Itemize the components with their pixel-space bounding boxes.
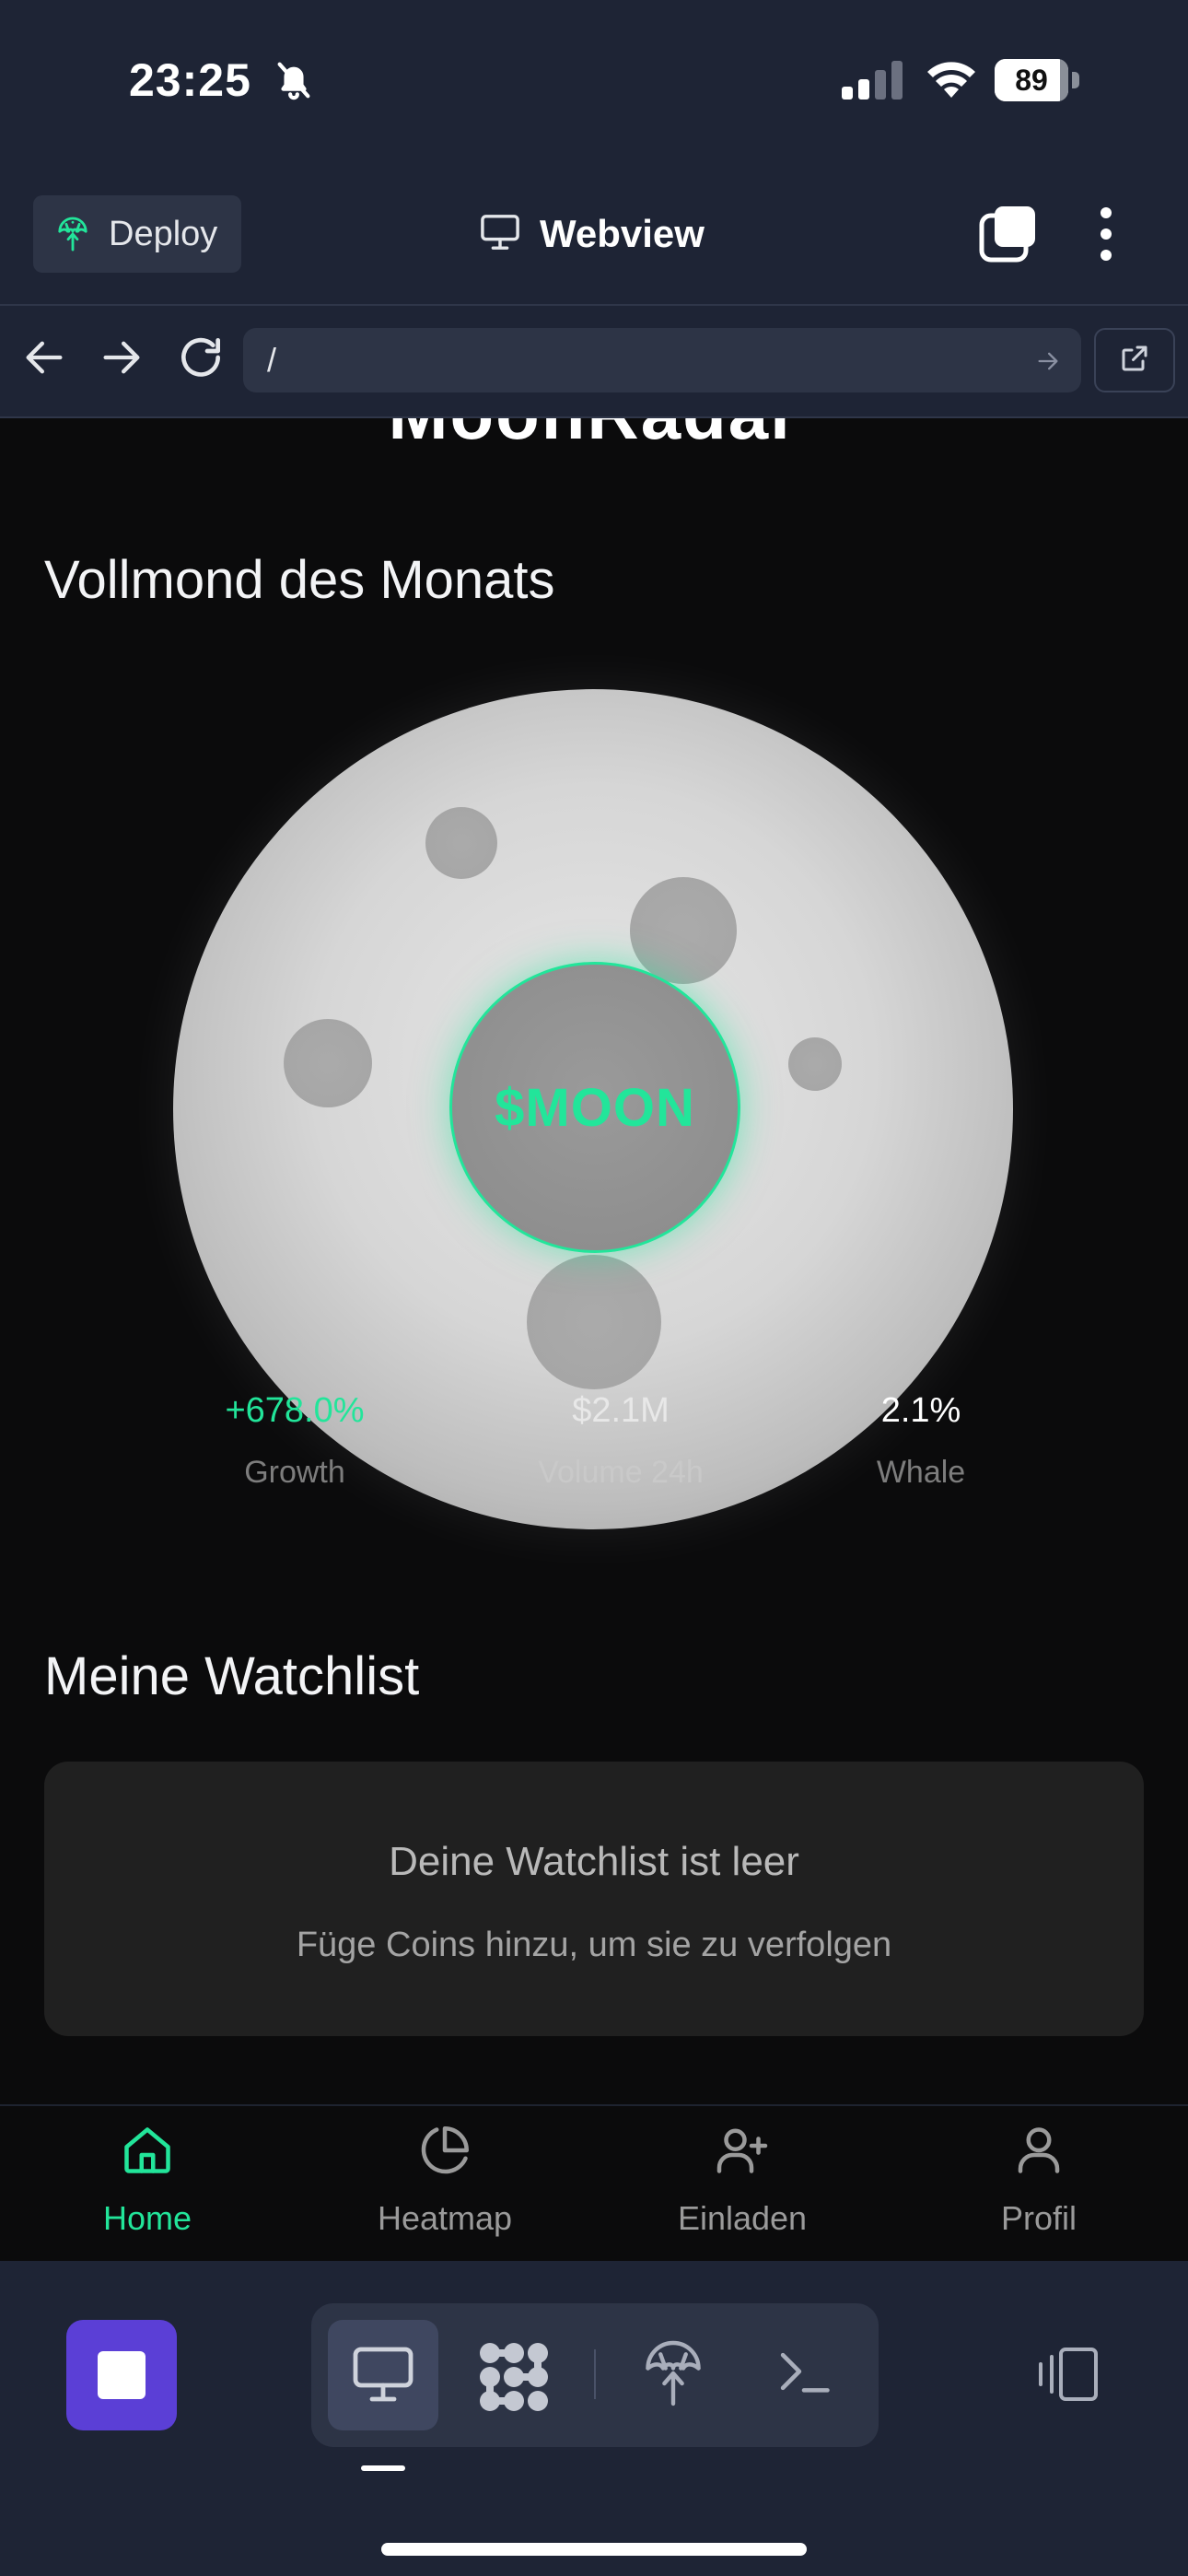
external-link-icon bbox=[1118, 342, 1151, 380]
moon-crater bbox=[630, 877, 737, 984]
cellular-signal-icon bbox=[840, 61, 904, 104]
monitor-icon bbox=[479, 213, 521, 256]
status-time: 23:25 bbox=[129, 54, 251, 106]
watchlist-empty-title: Deine Watchlist ist leer bbox=[389, 1839, 799, 1884]
arrow-left-icon[interactable] bbox=[20, 334, 68, 386]
stat-value: $2.1M bbox=[572, 1391, 670, 1430]
go-arrow-icon[interactable] bbox=[1035, 348, 1061, 379]
active-view-indicator bbox=[361, 2465, 405, 2471]
deploy-button[interactable]: Deploy bbox=[33, 195, 241, 273]
nav-label: Heatmap bbox=[377, 2199, 513, 2237]
nav-item-heatmap[interactable]: Heatmap bbox=[307, 2123, 583, 2252]
moon-crater bbox=[788, 1037, 842, 1091]
featured-section-title: Vollmond des Monats bbox=[44, 550, 555, 610]
brand-title: MoonRadar bbox=[0, 418, 1188, 456]
token-symbol: $MOON bbox=[495, 1077, 695, 1138]
nav-label: Einladen bbox=[677, 2199, 808, 2237]
nav-item-invite[interactable]: Einladen bbox=[604, 2123, 880, 2252]
view-webview-button[interactable] bbox=[328, 2320, 438, 2430]
nav-item-home[interactable]: Home bbox=[9, 2123, 285, 2252]
moon-crater bbox=[425, 807, 497, 879]
watchlist-empty-hint: Füge Coins hinzu, um sie zu verfolgen bbox=[296, 1926, 892, 1964]
stat-whale: 2.1% Whale bbox=[783, 1391, 1059, 1491]
battery-percent: 89 bbox=[1015, 64, 1048, 97]
stop-icon bbox=[98, 2351, 146, 2399]
apps-icon[interactable] bbox=[477, 2340, 551, 2418]
user-icon bbox=[1011, 2123, 1066, 2183]
url-input[interactable]: / bbox=[243, 328, 1081, 392]
deploy-icon[interactable] bbox=[643, 2336, 704, 2415]
nav-label: Profil bbox=[1000, 2199, 1077, 2237]
stat-label: Growth bbox=[244, 1455, 345, 1490]
pie-chart-icon bbox=[417, 2123, 472, 2183]
bell-slash-icon bbox=[273, 59, 315, 106]
wifi-icon bbox=[924, 57, 979, 104]
webview-title: Webview bbox=[479, 205, 705, 263]
more-vertical-icon[interactable] bbox=[1094, 205, 1118, 268]
featured-token-button[interactable]: $MOON bbox=[449, 962, 740, 1253]
stop-button[interactable] bbox=[66, 2320, 177, 2430]
stat-volume: $2.1M Volume 24h bbox=[483, 1391, 759, 1491]
nav-label: Home bbox=[102, 2199, 192, 2237]
open-external-button[interactable] bbox=[1094, 328, 1175, 392]
switcher-divider bbox=[594, 2349, 596, 2399]
terminal-icon[interactable] bbox=[775, 2346, 833, 2402]
moon-crater bbox=[284, 1019, 372, 1107]
nav-item-profile[interactable]: Profil bbox=[901, 2123, 1177, 2252]
monitor-icon bbox=[350, 2344, 416, 2409]
arrow-right-icon[interactable] bbox=[98, 334, 146, 386]
home-icon bbox=[120, 2123, 175, 2183]
stat-label: Whale bbox=[876, 1455, 966, 1490]
web-content: MoonRadar Vollmond des Monats $MOON +678… bbox=[0, 418, 1188, 2104]
battery-icon: 89 bbox=[995, 59, 1081, 101]
moon-crater bbox=[527, 1255, 661, 1389]
tabs-icon[interactable] bbox=[978, 203, 1039, 268]
stat-label: Volume 24h bbox=[538, 1455, 704, 1490]
stat-growth: +678.0% Growth bbox=[157, 1391, 433, 1491]
watchlist-empty-card: Deine Watchlist ist leer Füge Coins hinz… bbox=[44, 1762, 1144, 2036]
deploy-label: Deploy bbox=[109, 214, 218, 253]
deploy-icon bbox=[57, 216, 88, 252]
user-plus-icon bbox=[715, 2123, 770, 2183]
bottom-navigation: Home Heatmap Einladen Profil bbox=[0, 2104, 1188, 2263]
stat-value: +678.0% bbox=[225, 1391, 365, 1430]
url-text: / bbox=[267, 341, 277, 379]
reload-icon[interactable] bbox=[175, 332, 227, 388]
device-rotate-icon[interactable] bbox=[1033, 2346, 1100, 2407]
stat-value: 2.1% bbox=[880, 1391, 961, 1430]
webview-title-label: Webview bbox=[540, 212, 705, 255]
watchlist-section-title: Meine Watchlist bbox=[44, 1646, 420, 1706]
home-indicator bbox=[381, 2543, 807, 2556]
